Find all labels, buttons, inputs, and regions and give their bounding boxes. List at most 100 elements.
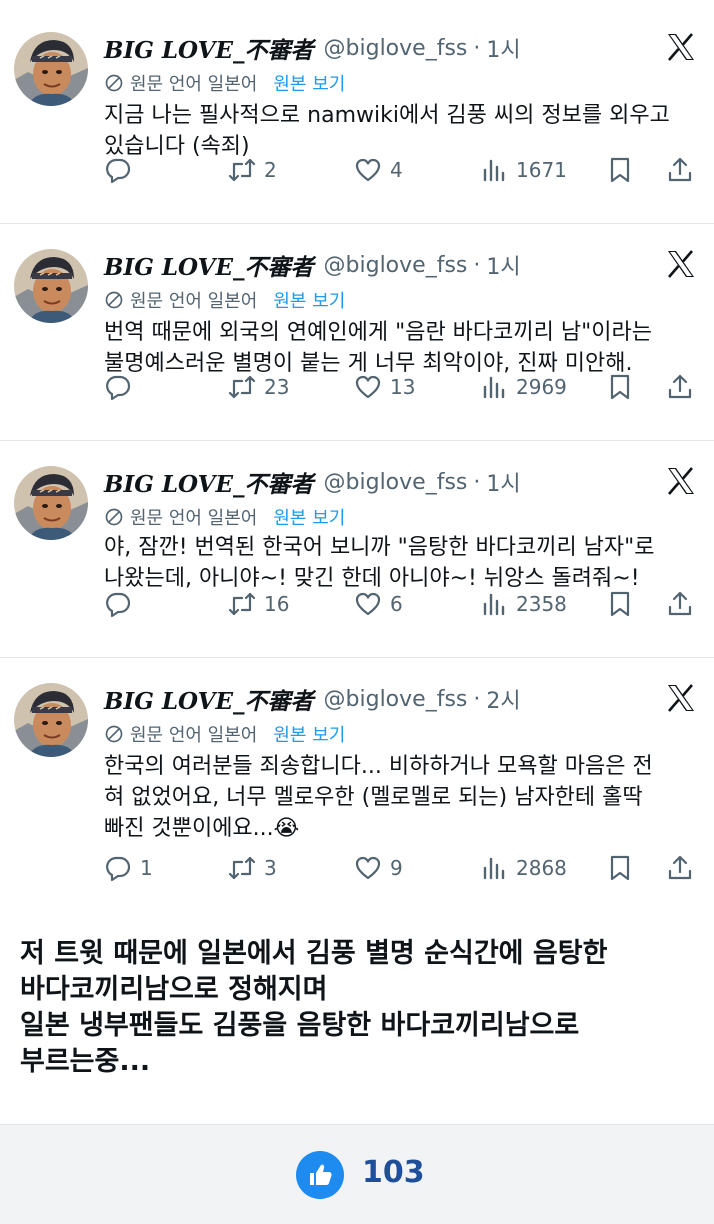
translate-icon <box>104 724 124 744</box>
reply-icon <box>104 590 132 618</box>
display-name[interactable]: BIG LOVE_不審者 <box>104 31 314 65</box>
reply-button[interactable] <box>104 371 140 403</box>
view-count: 1671 <box>516 158 567 182</box>
share-icon <box>666 373 694 401</box>
bookmark-button[interactable] <box>606 852 634 884</box>
post-caption: 저 트윗 때문에 일본에서 김풍 별명 순식간에 음탕한 바다코끼리남으로 정해… <box>20 936 700 1080</box>
user-handle[interactable]: @biglove_fss <box>324 687 468 712</box>
tweet-text: 야, 잠깐! 번역된 한국어 보니까 "음탕한 바다코끼리 남자"로 나왔는데,… <box>104 532 700 594</box>
share-button[interactable] <box>666 852 694 884</box>
retweet-count: 2 <box>264 158 277 182</box>
tweet-text: 번역 때문에 외국의 연예인에게 "음란 바다코끼리 남"이라는 불명예스러운 … <box>104 317 700 379</box>
tweet-2[interactable]: BIG LOVE_不審者 @biglove_fss · 1시 원문 언어 일본어… <box>0 225 714 441</box>
views-icon <box>480 854 508 882</box>
recommend-bar: 103 <box>0 1124 714 1224</box>
display-name[interactable]: BIG LOVE_不審者 <box>104 682 314 716</box>
share-button[interactable] <box>666 154 694 186</box>
retweet-button[interactable]: 16 <box>228 588 289 620</box>
like-count: 9 <box>390 856 403 880</box>
thumbs-up-icon <box>306 1161 334 1189</box>
reply-button[interactable] <box>104 154 140 186</box>
bookmark-button[interactable] <box>606 588 634 620</box>
views-button[interactable]: 2358 <box>480 588 567 620</box>
tweet-1[interactable]: BIG LOVE_不審者 @biglove_fss · 1시 원문 언어 일본어… <box>0 8 714 224</box>
views-button[interactable]: 1671 <box>480 154 567 186</box>
retweet-icon <box>228 854 256 882</box>
x-logo-icon <box>666 466 696 496</box>
bookmark-button[interactable] <box>606 154 634 186</box>
like-button[interactable]: 9 <box>354 852 403 884</box>
bookmark-icon <box>606 373 634 401</box>
heart-icon <box>354 590 382 618</box>
translate-icon <box>104 290 124 310</box>
separator-dot: · <box>473 686 481 712</box>
views-button[interactable]: 2868 <box>480 852 567 884</box>
avatar[interactable] <box>14 683 88 757</box>
retweet-button[interactable]: 23 <box>228 371 289 403</box>
like-button[interactable]: 13 <box>354 371 415 403</box>
retweet-button[interactable]: 2 <box>228 154 277 186</box>
timestamp[interactable]: 1시 <box>486 466 520 498</box>
retweet-count: 23 <box>264 375 290 399</box>
reply-button[interactable]: 1 <box>104 852 153 884</box>
tweet-3[interactable]: BIG LOVE_不審者 @biglove_fss · 1시 원문 언어 일본어… <box>0 442 714 658</box>
views-button[interactable]: 2969 <box>480 371 567 403</box>
tweet-header: BIG LOVE_不審者 @biglove_fss · 2시 <box>104 681 521 717</box>
timestamp[interactable]: 1시 <box>486 249 520 281</box>
tweet-line: 빠진 것뿐이에요...😭 <box>104 816 300 841</box>
user-handle[interactable]: @biglove_fss <box>324 253 468 278</box>
user-handle[interactable]: @biglove_fss <box>324 470 468 495</box>
caption-line: 저 트윗 때문에 일본에서 김풍 별명 순식간에 음탕한 <box>20 938 608 969</box>
retweet-button[interactable]: 3 <box>228 852 277 884</box>
tweet-line: 번역 때문에 외국의 연예인에게 "음란 바다코끼리 남"이라는 <box>104 320 652 345</box>
like-count: 6 <box>390 592 403 616</box>
tweet-actions: 2 4 1671 <box>104 154 704 186</box>
like-button[interactable]: 6 <box>354 588 403 620</box>
like-count: 13 <box>390 375 416 399</box>
separator-dot: · <box>473 35 481 61</box>
like-button[interactable]: 4 <box>354 154 403 186</box>
display-name[interactable]: BIG LOVE_不審者 <box>104 465 314 499</box>
show-original-link[interactable]: 원본 보기 <box>273 70 345 96</box>
avatar[interactable] <box>14 466 88 540</box>
translation-info: 원문 언어 일본어 원본 보기 <box>104 721 345 747</box>
recommend-button[interactable] <box>296 1151 344 1199</box>
tweet-actions: 23 13 2969 <box>104 371 704 403</box>
timestamp[interactable]: 2시 <box>486 683 520 715</box>
retweet-icon <box>228 156 256 184</box>
avatar[interactable] <box>14 249 88 323</box>
heart-icon <box>354 854 382 882</box>
share-icon <box>666 590 694 618</box>
reply-button[interactable] <box>104 588 140 620</box>
show-original-link[interactable]: 원본 보기 <box>273 287 345 313</box>
share-button[interactable] <box>666 371 694 403</box>
tweet-line: 한국의 여러분들 죄송합니다... 비하하거나 모욕할 마음은 전 <box>104 754 653 779</box>
user-handle[interactable]: @biglove_fss <box>324 36 468 61</box>
avatar[interactable] <box>14 32 88 106</box>
show-original-link[interactable]: 원본 보기 <box>273 504 345 530</box>
reply-icon <box>104 156 132 184</box>
tweet-actions: 1 3 9 2868 <box>104 852 704 884</box>
reply-count: 1 <box>140 856 153 880</box>
retweet-icon <box>228 373 256 401</box>
timestamp[interactable]: 1시 <box>486 32 520 64</box>
tweet-text: 한국의 여러분들 죄송합니다... 비하하거나 모욕할 마음은 전 혀 없었어요… <box>104 751 700 844</box>
translation-label: 원문 언어 일본어 <box>130 74 258 95</box>
share-button[interactable] <box>666 588 694 620</box>
bookmark-button[interactable] <box>606 371 634 403</box>
translation-label: 원문 언어 일본어 <box>130 291 258 312</box>
show-original-link[interactable]: 원본 보기 <box>273 721 345 747</box>
tweet-text: 지금 나는 필사적으로 namwiki에서 김풍 씨의 정보를 외우고 있습니다… <box>104 100 700 162</box>
x-logo-icon <box>666 32 696 62</box>
x-logo-icon <box>666 249 696 279</box>
caption-line: 일본 냉부팬들도 김풍을 음탕한 바다코끼리남으로 <box>20 1010 580 1041</box>
bookmark-icon <box>606 590 634 618</box>
heart-icon <box>354 373 382 401</box>
heart-icon <box>354 156 382 184</box>
translation-info: 원문 언어 일본어 원본 보기 <box>104 287 345 313</box>
share-icon <box>666 156 694 184</box>
translation-info: 원문 언어 일본어 원본 보기 <box>104 70 345 96</box>
tweet-4[interactable]: BIG LOVE_不審者 @biglove_fss · 2시 원문 언어 일본어… <box>0 659 714 899</box>
like-count: 4 <box>390 158 403 182</box>
display-name[interactable]: BIG LOVE_不審者 <box>104 248 314 282</box>
